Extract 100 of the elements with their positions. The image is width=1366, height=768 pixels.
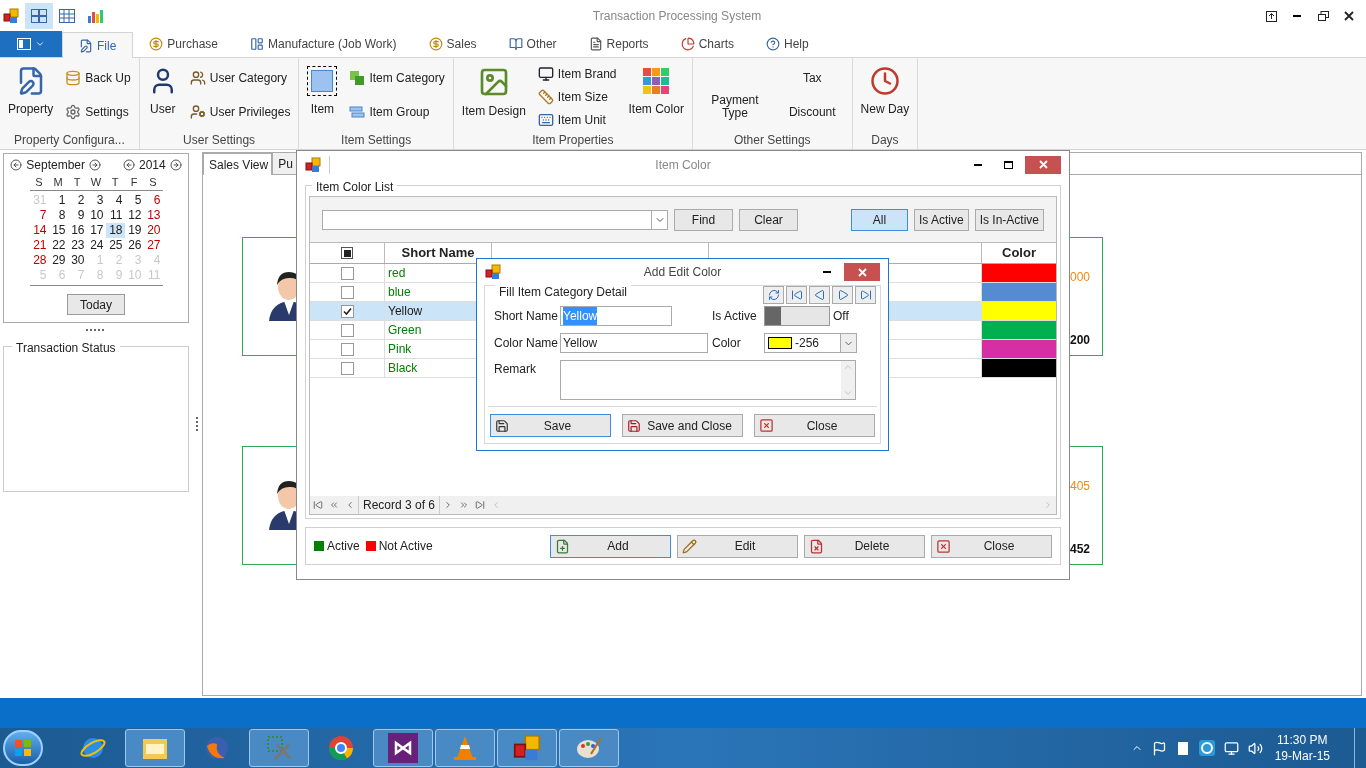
calendar-day[interactable]: 28 <box>29 253 49 268</box>
ribbon-button[interactable]: Item Category <box>345 66 449 90</box>
ribbon-tab[interactable]: Reports <box>572 31 665 57</box>
calendar-day[interactable]: 14 <box>29 223 49 238</box>
ribbon-button[interactable]: Item Color <box>624 62 688 118</box>
ribbon-button[interactable]: Item Unit <box>533 108 621 131</box>
calendar-day[interactable]: 4 <box>105 193 125 208</box>
ribbon-tab[interactable]: Help <box>749 31 825 57</box>
ribbon-button[interactable]: Item Brand <box>533 62 621 85</box>
calendar-day[interactable]: 15 <box>48 223 68 238</box>
ribbon-button[interactable]: New Day <box>856 62 914 118</box>
calendar-day[interactable]: 2 <box>67 193 87 208</box>
navigation-button[interactable] <box>763 286 784 304</box>
filter-button[interactable]: Is Active <box>913 208 969 231</box>
previous-record-button[interactable] <box>345 500 355 510</box>
previous-month-button[interactable] <box>10 159 23 171</box>
filter-button[interactable]: Is In-Active <box>974 208 1044 231</box>
next-month-button[interactable] <box>89 159 101 171</box>
calendar-day[interactable]: 24 <box>86 238 106 253</box>
ribbon-button[interactable]: Discount <box>776 100 848 124</box>
navigation-button[interactable] <box>855 286 876 304</box>
color-name-field[interactable]: Yellow <box>560 333 708 353</box>
calendar-day[interactable]: 5 <box>124 193 144 208</box>
navigation-button[interactable] <box>809 286 830 304</box>
flag-icon[interactable] <box>1151 740 1167 756</box>
calendar-day[interactable]: 9 <box>67 208 87 223</box>
calendar-day[interactable]: 29 <box>48 253 68 268</box>
quick-access-button[interactable] <box>25 3 53 29</box>
calendar-day[interactable]: 6 <box>143 193 163 208</box>
row-checkbox[interactable] <box>340 304 354 318</box>
column-header[interactable]: Color <box>982 243 1056 263</box>
ribbon-tab[interactable]: Manufacture (Job Work) <box>234 31 413 57</box>
ribbon-tab[interactable]: Purchase <box>133 31 235 57</box>
row-checkbox[interactable] <box>340 266 354 280</box>
color-picker-field[interactable]: -256 <box>764 333 857 353</box>
view-tab[interactable]: Pu <box>272 152 297 174</box>
dialog-button[interactable]: Close <box>931 534 1052 558</box>
previous-year-button[interactable] <box>123 159 135 171</box>
calendar-day[interactable]: 1 <box>48 193 68 208</box>
calendar-day[interactable]: 16 <box>67 223 87 238</box>
calendar-day[interactable]: 19 <box>124 223 144 238</box>
calendar-day[interactable]: 18 <box>105 223 125 238</box>
calendar-day[interactable]: 21 <box>29 238 49 253</box>
calendar-day[interactable]: 11 <box>105 208 125 223</box>
view-tab[interactable]: Sales View <box>203 153 273 175</box>
ribbon-button[interactable]: Property <box>4 62 58 118</box>
calendar-day[interactable]: 30 <box>67 253 87 268</box>
ribbon-button[interactable]: User Category <box>185 66 295 90</box>
taskbar-app-button[interactable] <box>497 729 557 767</box>
filter-button[interactable]: All <box>850 208 908 231</box>
calendar-day[interactable]: 7 <box>29 208 49 223</box>
row-checkbox[interactable] <box>340 285 354 299</box>
active-toggle[interactable] <box>764 306 830 326</box>
splitter-grip-icon[interactable] <box>195 417 199 431</box>
last-record-button[interactable] <box>475 500 486 510</box>
calendar-day[interactable]: 13 <box>143 208 163 223</box>
ribbon-button[interactable]: Item Design <box>457 62 530 120</box>
dialog-button[interactable]: Delete <box>804 534 925 558</box>
ribbon-button[interactable]: User <box>143 62 182 118</box>
dialog-button[interactable]: Close <box>754 414 875 437</box>
today-button[interactable]: Today <box>67 294 125 315</box>
dialog-button[interactable]: Save and Close <box>622 414 743 437</box>
navigation-button[interactable] <box>786 286 807 304</box>
dialog-button[interactable]: Add <box>550 534 671 558</box>
calendar-day[interactable]: 27 <box>143 238 163 253</box>
ribbon-button[interactable]: Item Size <box>533 85 621 108</box>
navigation-button[interactable] <box>832 286 853 304</box>
first-record-button[interactable] <box>313 500 323 510</box>
ribbon-button[interactable]: Item <box>303 62 342 118</box>
calendar-day[interactable]: 3 <box>86 193 106 208</box>
ribbon-tab[interactable]: Charts <box>664 31 750 57</box>
search-combo-field[interactable] <box>322 209 668 230</box>
ribbon-button[interactable]: Tax <box>776 66 848 90</box>
volume-icon[interactable] <box>1247 740 1263 756</box>
calendar-day[interactable]: 20 <box>143 223 163 238</box>
dialog-button[interactable]: Edit <box>677 534 798 558</box>
battery-icon[interactable] <box>1175 740 1190 756</box>
calendar-day[interactable]: 25 <box>105 238 125 253</box>
calendar-day[interactable]: 8 <box>48 208 68 223</box>
calendar-day[interactable]: 23 <box>67 238 87 253</box>
circle-app-icon[interactable] <box>1198 740 1215 756</box>
next-year-button[interactable] <box>169 159 182 171</box>
calendar-day[interactable]: 26 <box>124 238 144 253</box>
calendar-day[interactable]: 17 <box>86 223 106 238</box>
start-button[interactable] <box>3 730 43 766</box>
calendar-day[interactable]: 12 <box>124 208 144 223</box>
ribbon-button[interactable]: User Privileges <box>185 100 295 124</box>
ribbon-button[interactable]: Settings <box>61 100 135 124</box>
calendar-day[interactable]: 10 <box>86 208 106 223</box>
ribbon-button[interactable]: Back Up <box>61 66 135 90</box>
taskbar-app-button[interactable] <box>373 729 433 767</box>
ribbon-button[interactable]: Payment Type <box>696 62 773 120</box>
ribbon-button[interactable]: Item Group <box>345 100 449 124</box>
application-menu-button[interactable] <box>0 31 62 57</box>
ribbon-tab[interactable]: Other <box>492 31 573 57</box>
clock[interactable]: 11:30 PM 19-Mar-15 <box>1274 732 1330 764</box>
find-button[interactable]: Find <box>674 208 733 231</box>
ribbon-tab[interactable]: File <box>62 32 134 58</box>
dialog-button[interactable]: Save <box>490 414 611 437</box>
row-checkbox[interactable] <box>340 342 354 356</box>
